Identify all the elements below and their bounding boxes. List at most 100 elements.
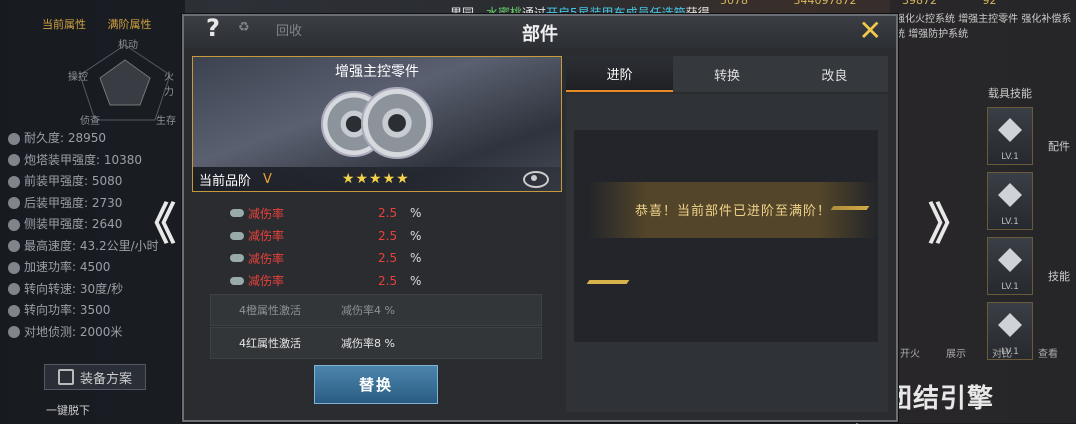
ammo-icon <box>998 313 1022 337</box>
explosion-icon <box>998 118 1022 142</box>
stat-text: 转向功率: 3500 <box>24 303 111 317</box>
attribute-icon <box>230 231 244 240</box>
prev-part-arrow[interactable]: 《 <box>132 188 176 252</box>
skills-title: 载具技能 <box>988 87 1032 100</box>
radar-label: 侦查 <box>80 116 100 127</box>
stat-icon <box>8 197 20 210</box>
list-icon <box>57 369 74 385</box>
attribute-value: 2.5 <box>378 251 398 266</box>
eye-icon[interactable] <box>523 170 549 188</box>
radar-label: 操控 <box>68 72 88 83</box>
skill-slot[interactable]: LV.1 <box>987 237 1033 295</box>
max-level-message: 恭喜！当前部件已进阶至满阶！ <box>634 204 831 219</box>
tab-convert[interactable]: 转换 <box>673 56 780 92</box>
stat-text: 耐久度: 28950 <box>24 131 107 145</box>
part-card: 增强主控零件 当前品阶 V ★★★★★ <box>192 56 562 192</box>
resource-value: 92 <box>982 0 997 7</box>
equip-plan-button[interactable]: 装备方案 <box>44 364 146 390</box>
radar-label: 机动 <box>118 40 138 51</box>
top-resource-numbers: 5078 344097872 39872 92 <box>720 0 1039 7</box>
attribute-name: 减伤率 <box>248 229 285 244</box>
part-name: 增强主控零件 <box>335 64 419 80</box>
part-slot-label: 增强主控零件 <box>958 14 1019 25</box>
stat-row: 对地侦测: 2000米 <box>8 322 159 344</box>
stat-icon <box>8 154 20 167</box>
skill-level: LV.1 <box>1001 152 1019 162</box>
stat-icon <box>8 283 20 296</box>
attribute-value: 2.5 <box>378 228 398 243</box>
star-rating: ★★★★★ <box>341 171 410 187</box>
radar-label: 火力 <box>164 72 174 98</box>
stat-row: 转向转速: 30度/秒 <box>8 279 159 301</box>
stat-icon <box>8 175 20 188</box>
fire-button[interactable]: 开火 <box>900 345 920 360</box>
tab-improve[interactable]: 改良 <box>781 56 888 92</box>
stat-icon <box>8 218 20 231</box>
vehicle-skills: 载具技能 LV.1 LV.1 LV.1 LV.1 <box>985 85 1035 367</box>
grade-value: V <box>263 171 272 187</box>
stat-text: 对地侦测: 2000米 <box>24 324 123 339</box>
resource-value: 39872 <box>902 0 937 7</box>
attribute-unit: % <box>410 228 422 243</box>
skill-level: LV.1 <box>1001 217 1019 227</box>
tab-max-attrs[interactable]: 满阶属性 <box>108 18 152 31</box>
set-bonus-label: 4橙属性激活 <box>239 304 301 317</box>
stat-row: 耐久度: 28950 <box>8 128 159 150</box>
stat-text: 转向转速: 30度/秒 <box>24 281 124 296</box>
grade-bar: 当前品阶 V ★★★★★ <box>193 167 561 191</box>
bottom-action-icons: 开火 展示 对比 查看 <box>900 345 1058 360</box>
strike-icon <box>998 183 1022 207</box>
attribute-name: 减伤率 <box>248 274 285 289</box>
dialog-title: 部件 <box>522 24 558 45</box>
max-level-banner: 恭喜！当前部件已进阶至满阶！ <box>588 182 878 238</box>
attribute-value: 2.5 <box>378 273 398 288</box>
radar-label: 生存 <box>156 116 176 127</box>
grade-label: 当前品阶 <box>199 173 252 189</box>
set-bonus-row: 4红属性激活 减伤率8 % <box>210 327 542 359</box>
stat-text: 前装甲强度: 5080 <box>24 174 123 188</box>
replace-button[interactable]: 替换 <box>314 365 438 404</box>
parts-side-label: 配件 <box>1048 140 1070 153</box>
tab-current-attrs[interactable]: 当前属性 <box>42 18 86 31</box>
view-button[interactable]: 查看 <box>1038 345 1058 360</box>
skill-level: LV.1 <box>1001 282 1019 292</box>
stat-icon <box>8 326 20 339</box>
attribute-row: 减伤率 2.5% <box>230 270 470 293</box>
attribute-unit: % <box>410 206 422 221</box>
part-slot-label: 增强防护系统 <box>908 29 969 40</box>
stat-row: 炮塔装甲强度: 10380 <box>8 150 159 172</box>
set-bonus-row: 4橙属性激活 减伤率4 % <box>210 294 542 326</box>
decor-stripe <box>586 280 630 284</box>
dialog-tabs: 进阶 转换 改良 <box>566 56 888 92</box>
next-part-arrow[interactable]: 》 <box>928 188 972 252</box>
skill-slot[interactable]: LV.1 <box>987 172 1033 230</box>
attribute-unit: % <box>410 273 422 288</box>
skills-side-label: 技能 <box>1048 270 1070 283</box>
stat-row: 转向功率: 3500 <box>8 300 159 322</box>
compare-button[interactable]: 对比 <box>992 345 1012 360</box>
skill-slot[interactable]: LV.1 <box>987 107 1033 165</box>
brake-disc-icon <box>361 87 433 159</box>
tab-advance[interactable]: 进阶 <box>566 56 674 92</box>
resource-value: 344097872 <box>793 0 857 7</box>
attribute-unit: % <box>410 251 422 266</box>
attribute-icon <box>230 254 244 263</box>
attribute-radar: 机动 操控 火力 侦查 生存 <box>68 40 180 127</box>
attribute-name: 减伤率 <box>248 251 285 266</box>
parts-dialog: ? ♻ 回收 部件 ✕ 增强主控零件 当前品阶 V ★★★★★ 减伤率 2.5% … <box>182 14 898 422</box>
attribute-row: 减伤率 2.5% <box>230 225 470 248</box>
stat-icon <box>8 132 20 145</box>
stat-row: 加速功率: 4500 <box>8 257 159 279</box>
stat-text: 加速功率: 4500 <box>24 260 111 274</box>
attribute-row: 减伤率 2.5% <box>230 202 470 225</box>
advance-panel: 恭喜！当前部件已进阶至满阶！ <box>566 94 888 412</box>
stat-text: 炮塔装甲强度: 10380 <box>24 152 143 167</box>
close-icon[interactable]: ✕ <box>859 14 882 47</box>
set-bonus-label: 4红属性激活 <box>239 337 301 350</box>
resource-value: 5078 <box>720 0 748 7</box>
show-button[interactable]: 展示 <box>946 345 966 360</box>
attribute-row: 减伤率 2.5% <box>230 247 470 270</box>
part-slot-label: 强化火控系统 <box>895 14 955 25</box>
logo-text: 团结引擎 <box>886 384 995 414</box>
unequip-all-button[interactable]: 一键脱下 <box>46 402 90 418</box>
